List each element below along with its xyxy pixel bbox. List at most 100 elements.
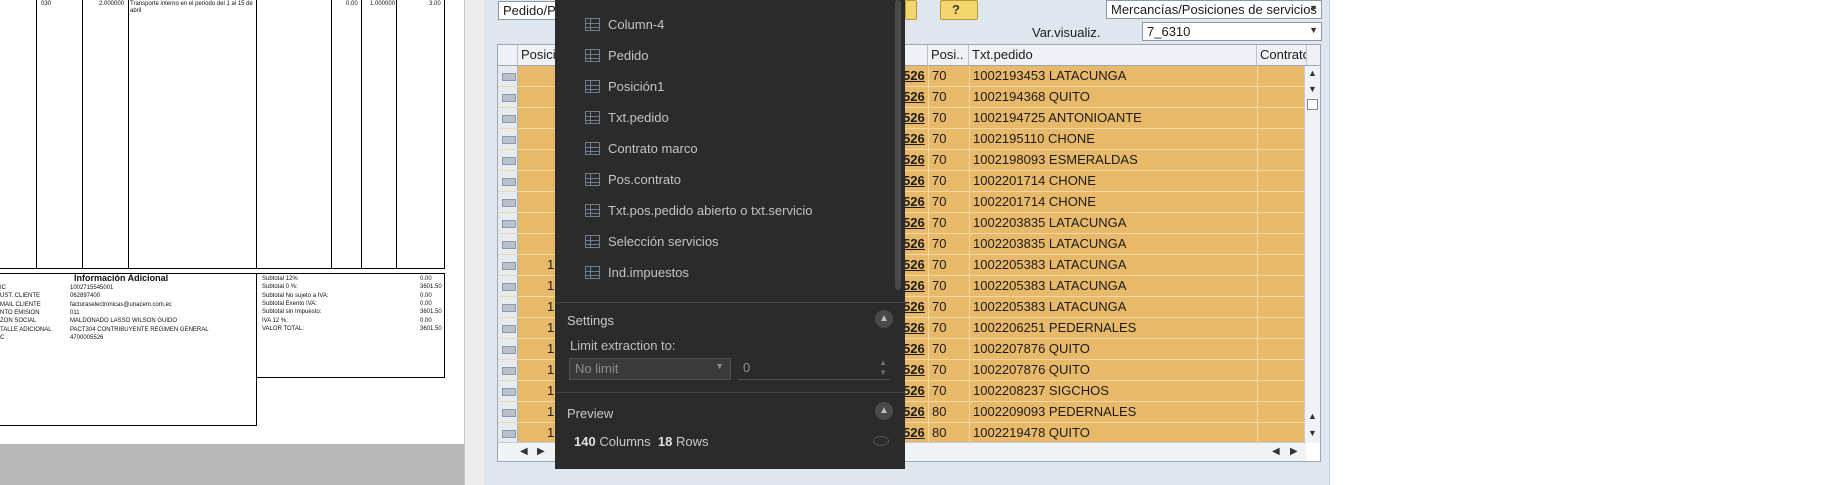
column-list-item[interactable]: Selección servicios [585,229,885,257]
scroll-thumb[interactable] [895,0,901,290]
document-link[interactable]: 526 [902,381,928,401]
column-list-item[interactable]: Column-4 [585,12,885,40]
row-selector[interactable] [498,129,518,149]
info-value: 062897400 [70,293,101,300]
row-selector[interactable] [498,339,518,359]
item-cell: 70 [932,194,947,209]
document-link[interactable]: 526 [902,318,928,338]
row-selector[interactable] [498,171,518,191]
scroll-left-icon[interactable]: ◀ [520,446,528,457]
row-selector[interactable] [498,87,518,107]
row-selector[interactable] [498,213,518,233]
help-button[interactable]: ? [940,0,978,20]
invoice-grid-line [128,0,129,268]
document-link[interactable]: 526 [902,192,928,212]
row-selector[interactable] [498,360,518,380]
item-cell: 70 [932,383,947,398]
scroll-down-icon[interactable]: ▼ [1308,84,1317,94]
column-list-item[interactable]: Posición1 [585,74,885,102]
row-selector[interactable] [498,402,518,422]
collapse-settings-button[interactable]: ▲ [875,310,893,328]
column-list-item[interactable]: Pos.contrato [585,167,885,195]
rows-count: 18 [657,434,673,449]
document-link[interactable]: 526 [902,129,928,149]
pane-splitter[interactable] [464,0,484,485]
display-variant-field[interactable]: 7_6310 ▼ [1142,22,1322,41]
preview-title: Preview [567,406,614,421]
document-link[interactable]: 526 [902,255,928,275]
scroll-up-icon[interactable]: ▲ [1308,68,1317,78]
invoice-grid-line [256,0,257,268]
item-cell: 70 [932,257,947,272]
column-header-item[interactable]: Posi.. [928,45,969,66]
items-view-dropdown[interactable]: Mercancías/Posiciones de servicios ▼ [1106,0,1322,19]
column-list-item[interactable]: Ind.impuestos [585,260,885,288]
table-column-icon [585,173,600,186]
document-link[interactable]: 526 [902,213,928,233]
column-header-position[interactable]: Posici.. [518,45,558,66]
document-link[interactable]: 526 [902,402,928,422]
collapse-preview-button[interactable]: ▲ [875,402,893,420]
column-list-item[interactable]: Txt.pedido [585,105,885,133]
document-link[interactable]: 526 [902,276,928,296]
column-list-item[interactable]: Txt.pos.pedido abierto o txt.servicio [585,198,885,226]
row-selector[interactable] [498,255,518,275]
document-link[interactable]: 526 [902,150,928,170]
document-link[interactable]: 526 [902,423,928,443]
limit-extraction-label: Limit extraction to: [570,338,676,353]
preview-eye-icon[interactable] [873,436,889,446]
order-text-cell: 1002207876 QUITO [973,362,1090,377]
totals-value: 0.00 [420,276,432,282]
info-box-border [0,425,257,426]
help-icon: ? [952,2,960,17]
column-item-label: Ind.impuestos [608,265,689,280]
invoice-total: 3.00 [429,1,441,7]
scroll-down-icon[interactable]: ▼ [1308,428,1317,438]
column-header-contract[interactable]: Contrato [1257,45,1307,66]
scroll-right-icon[interactable]: ▶ [537,446,545,457]
document-link[interactable]: 526 [902,171,928,191]
scroll-thumb[interactable] [1307,99,1318,110]
document-link[interactable]: 526 [902,234,928,254]
row-selector[interactable] [498,66,518,86]
document-link[interactable]: 526 [902,108,928,128]
grid-vertical-scrollbar[interactable]: ▲ ▼ ▲ ▼ [1304,66,1320,443]
spinner-icon[interactable]: ▲ ▼ [879,358,887,378]
toolbar-button[interactable] [905,0,917,20]
column-list-item[interactable]: Contrato marco [585,136,885,164]
row-selector[interactable] [498,150,518,170]
document-link[interactable]: 526 [902,87,928,107]
column-list-item[interactable]: Pedido [585,43,885,71]
document-link[interactable]: 526 [902,66,928,86]
scroll-left-icon[interactable]: ◀ [1272,446,1280,457]
row-selector[interactable] [498,192,518,212]
select-all-header[interactable] [498,45,518,66]
scroll-up-icon[interactable]: ▲ [1308,411,1317,421]
item-cell: 70 [932,110,947,125]
column-item-label: Contrato marco [608,141,698,156]
row-selector[interactable] [498,234,518,254]
preview-section: Preview ▲ [555,392,905,469]
document-link[interactable]: 526 [902,339,928,359]
scroll-right-icon[interactable]: ▶ [1290,446,1298,457]
row-selector[interactable] [498,108,518,128]
table-column-icon [585,80,600,93]
row-selector[interactable] [498,381,518,401]
row-selector[interactable] [498,318,518,338]
row-selector[interactable] [498,423,518,443]
table-column-icon [585,204,600,217]
document-link[interactable]: 526 [902,360,928,380]
columns-count: 140 [574,434,596,449]
row-selector[interactable] [498,276,518,296]
info-value: 4700005526 [70,334,104,341]
purchase-order-field[interactable]: Pedido/Pl [498,1,558,20]
limit-extraction-select[interactable]: No limit ▼ [569,358,731,380]
document-link[interactable]: 526 [902,297,928,317]
order-text-cell: 1002219478 QUITO [973,425,1090,440]
totals-label: Subtotal Exento IVA: [262,300,317,307]
limit-number-input[interactable]: 0 ▲ ▼ [738,358,890,380]
column-header-order-text[interactable]: Txt.pedido [969,45,1257,66]
row-selector[interactable] [498,297,518,317]
column-list-scrollbar[interactable] [892,0,905,292]
column-settings-header[interactable] [1307,45,1320,66]
